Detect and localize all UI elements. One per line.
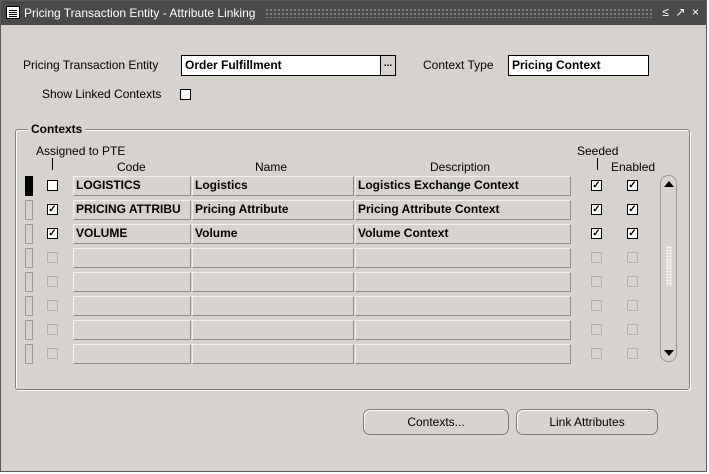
row-indicator[interactable] [25, 248, 33, 268]
pte-label: Pricing Transaction Entity [23, 58, 159, 72]
contexts-title: Contexts [28, 122, 86, 136]
scroll-up-icon[interactable] [664, 181, 674, 187]
minimize-icon[interactable]: ≤ [659, 5, 672, 20]
name-cell[interactable] [192, 248, 354, 268]
enabled-checkbox[interactable] [627, 348, 638, 359]
vertical-scrollbar[interactable] [660, 175, 677, 362]
title-grip [265, 8, 654, 18]
code-cell[interactable]: VOLUME [73, 224, 191, 244]
maximize-icon[interactable]: ↗ [674, 5, 687, 20]
seeded-checkbox[interactable]: ✓ [591, 180, 602, 191]
seeded-header-tick [597, 158, 598, 170]
row-indicator[interactable] [25, 296, 33, 316]
row-indicator[interactable] [25, 272, 33, 292]
description-cell[interactable] [355, 344, 571, 364]
enabled-checkbox[interactable]: ✓ [627, 180, 638, 191]
code-cell[interactable]: PRICING ATTRIBU [73, 200, 191, 220]
enabled-checkbox[interactable] [627, 300, 638, 311]
seeded-checkbox[interactable]: ✓ [591, 228, 602, 239]
seeded-checkbox[interactable] [591, 348, 602, 359]
row-indicator[interactable] [25, 320, 33, 340]
enabled-checkbox[interactable]: ✓ [627, 228, 638, 239]
col-description-header: Description [430, 160, 491, 174]
row-indicator[interactable] [25, 224, 33, 244]
description-cell[interactable]: Volume Context [355, 224, 571, 244]
row-indicator[interactable] [25, 200, 33, 220]
window-title: Pricing Transaction Entity - Attribute L… [24, 6, 256, 20]
pte-field[interactable]: Order Fulfillment [181, 55, 381, 76]
name-cell[interactable] [192, 272, 354, 292]
title-bar[interactable]: Pricing Transaction Entity - Attribute L… [1, 1, 706, 25]
show-linked-label: Show Linked Contexts [42, 87, 162, 101]
description-cell[interactable]: Logistics Exchange Context [355, 176, 571, 196]
context-type-label: Context Type [423, 58, 494, 72]
row-indicator[interactable] [25, 344, 33, 364]
code-cell[interactable] [73, 248, 191, 268]
enabled-checkbox[interactable] [627, 324, 638, 335]
col-code-header: Code [117, 160, 146, 174]
seeded-checkbox[interactable] [591, 300, 602, 311]
assigned-checkbox[interactable] [47, 180, 58, 191]
seeded-checkbox[interactable] [591, 276, 602, 287]
assigned-checkbox[interactable] [47, 348, 58, 359]
assigned-checkbox[interactable] [47, 324, 58, 335]
col-name-header: Name [255, 160, 288, 174]
description-cell[interactable] [355, 320, 571, 340]
assigned-header-tick [52, 158, 53, 170]
link-attributes-button[interactable]: Link Attributes [516, 409, 658, 435]
assigned-checkbox[interactable]: ✓ [47, 204, 58, 215]
assigned-checkbox[interactable]: ✓ [47, 228, 58, 239]
name-cell[interactable] [192, 296, 354, 316]
seeded-checkbox[interactable]: ✓ [591, 204, 602, 215]
description-cell[interactable]: Pricing Attribute Context [355, 200, 571, 220]
code-cell[interactable] [73, 272, 191, 292]
name-cell[interactable]: Volume [192, 224, 354, 244]
scroll-thumb-grip[interactable] [666, 246, 672, 286]
name-cell[interactable] [192, 344, 354, 364]
seeded-checkbox[interactable] [591, 324, 602, 335]
context-type-field[interactable]: Pricing Context [508, 55, 649, 76]
assigned-checkbox[interactable] [47, 276, 58, 287]
description-cell[interactable] [355, 272, 571, 292]
description-cell[interactable] [355, 248, 571, 268]
assigned-checkbox[interactable] [47, 300, 58, 311]
name-cell[interactable]: Pricing Attribute [192, 200, 354, 220]
list-of-values-button[interactable]: ... [380, 55, 396, 76]
scroll-down-icon[interactable] [664, 350, 674, 356]
code-cell[interactable] [73, 296, 191, 316]
col-seeded-header: Seeded [577, 144, 619, 158]
enabled-checkbox[interactable] [627, 276, 638, 287]
code-cell[interactable]: LOGISTICS [73, 176, 191, 196]
app-form-icon [6, 6, 20, 19]
name-cell[interactable]: Logistics [192, 176, 354, 196]
contexts-button[interactable]: Contexts... [363, 409, 509, 435]
col-assigned-header: Assigned to PTE [36, 144, 126, 158]
description-cell[interactable] [355, 296, 571, 316]
name-cell[interactable] [192, 320, 354, 340]
row-indicator[interactable] [25, 176, 33, 196]
close-icon[interactable]: × [689, 5, 702, 20]
show-linked-checkbox[interactable] [180, 89, 191, 100]
col-enabled-header: Enabled [611, 160, 656, 174]
assigned-checkbox[interactable] [47, 252, 58, 263]
seeded-checkbox[interactable] [591, 252, 602, 263]
code-cell[interactable] [73, 344, 191, 364]
code-cell[interactable] [73, 320, 191, 340]
enabled-checkbox[interactable]: ✓ [627, 204, 638, 215]
enabled-checkbox[interactable] [627, 252, 638, 263]
